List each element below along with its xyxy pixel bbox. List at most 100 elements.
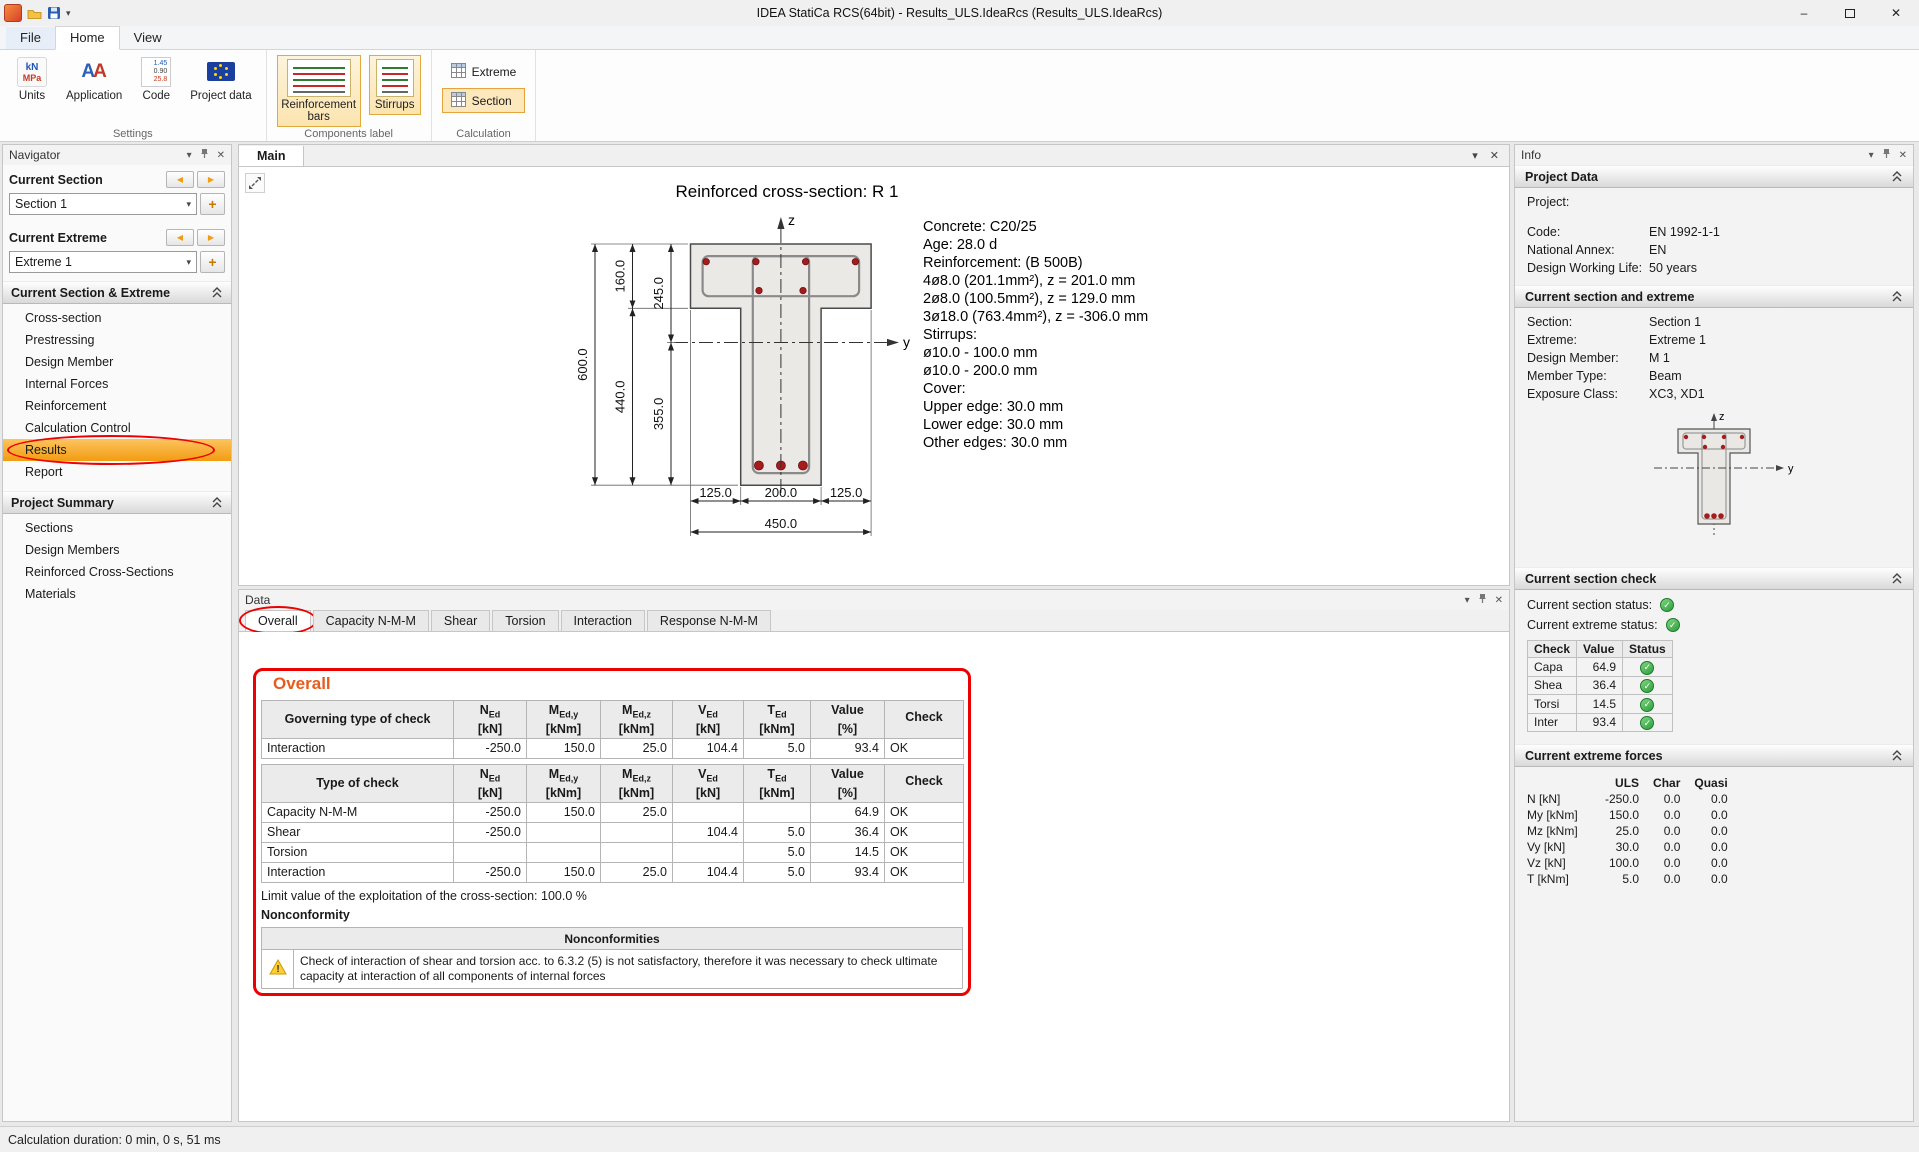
tab-interaction[interactable]: Interaction	[561, 610, 645, 631]
section-button[interactable]: Section	[442, 88, 526, 113]
app-icon[interactable]	[4, 4, 22, 22]
sidebar-item-design-members[interactable]: Design Members	[3, 539, 231, 561]
y-axis-label: y	[903, 334, 910, 350]
next-section-button[interactable]: ▶	[197, 171, 225, 188]
stirrups-toggle[interactable]: Stirrups	[369, 55, 421, 115]
tab-main[interactable]: Main	[239, 146, 304, 166]
table-row: Shea 36.4 ✓	[1528, 676, 1673, 695]
cell: Interaction	[262, 738, 454, 758]
sidebar-item-calculation-control[interactable]: Calculation Control	[3, 417, 231, 439]
sidebar-item-internal-forces[interactable]: Internal Forces	[3, 373, 231, 395]
svg-text:Lower edge: 30.0 mm: Lower edge: 30.0 mm	[923, 417, 1063, 433]
zoom-fit-button[interactable]	[245, 173, 265, 193]
group-project-data[interactable]: Project Data	[1515, 165, 1913, 188]
group-current-section-and-extreme[interactable]: Current section and extreme	[1515, 285, 1913, 308]
tabbar-close-icon[interactable]: ✕	[1490, 149, 1499, 162]
grid-icon	[451, 63, 466, 81]
application-icon: AA	[79, 57, 109, 87]
window-title: IDEA StatiCa RCS(64bit) - Results_ULS.Id…	[0, 0, 1919, 26]
reinforcement-bars-toggle[interactable]: Reinforcement bars	[277, 55, 361, 127]
sidebar-item-reinforced-cross-sections[interactable]: Reinforced Cross-Sections	[3, 561, 231, 583]
quick-access-caret-icon[interactable]: ▾	[66, 8, 71, 19]
data-menu-icon[interactable]: ▾	[1465, 595, 1470, 606]
mini-cross-section: z y	[1614, 407, 1814, 557]
project-data-button[interactable]: Project data	[186, 55, 255, 104]
sidebar-item-sections[interactable]: Sections	[3, 517, 231, 539]
section-select[interactable]: Section 1 ▾	[9, 193, 197, 215]
prev-extreme-button[interactable]: ◀	[166, 229, 194, 246]
maximize-button[interactable]	[1827, 0, 1873, 26]
add-section-button[interactable]: +	[200, 193, 225, 215]
table-row: Shear -250.0 104.4 5.0 36.4 OK	[262, 822, 964, 842]
save-icon[interactable]	[47, 6, 61, 20]
eu-flag-icon	[207, 62, 235, 81]
info-menu-icon[interactable]: ▾	[1869, 150, 1874, 161]
open-icon[interactable]	[27, 7, 42, 20]
navigator-pin-icon[interactable]	[199, 148, 210, 162]
data-pin-icon[interactable]	[1477, 593, 1488, 607]
data-panel-header: Data ▾ ✕	[239, 590, 1509, 610]
tabbar-menu-icon[interactable]: ▾	[1472, 149, 1478, 162]
cell: 0.0	[1639, 855, 1680, 871]
navigator-close-icon[interactable]: ✕	[217, 150, 225, 161]
sidebar-item-reinforcement[interactable]: Reinforcement	[3, 395, 231, 417]
cell: 0.0	[1639, 871, 1680, 887]
cell: 0.0	[1639, 839, 1680, 855]
cell: -250.0	[454, 802, 527, 822]
table-row: T [kNm] 5.0 0.0 0.0	[1527, 871, 1728, 887]
group-current-section-extreme[interactable]: Current Section & Extreme	[3, 281, 231, 304]
extreme-button[interactable]: Extreme	[442, 59, 526, 84]
cell: 14.5	[1577, 695, 1623, 714]
tab-view[interactable]: View	[120, 27, 176, 49]
dim-web-height: 440.0	[613, 381, 628, 414]
cell: 25.0	[601, 802, 673, 822]
tab-shear[interactable]: Shear	[431, 610, 490, 631]
sidebar-item-report[interactable]: Report	[3, 461, 231, 483]
add-extreme-button[interactable]: +	[200, 251, 225, 273]
cell: OK	[885, 842, 964, 862]
tab-torsion[interactable]: Torsion	[492, 610, 558, 631]
cell: 25.0	[1591, 823, 1639, 839]
svg-text:4ø8.0 (201.1mm²), z = 201.0 mm: 4ø8.0 (201.1mm²), z = 201.0 mm	[923, 273, 1135, 289]
cell: 0.0	[1680, 791, 1727, 807]
minimize-button[interactable]: –	[1781, 0, 1827, 26]
data-close-icon[interactable]: ✕	[1495, 595, 1503, 606]
next-extreme-button[interactable]: ▶	[197, 229, 225, 246]
tab-response-n-m-m[interactable]: Response N-M-M	[647, 610, 771, 631]
cell: N [kN]	[1527, 791, 1591, 807]
info-row: Extreme:Extreme 1	[1515, 331, 1913, 349]
prev-section-button[interactable]: ◀	[166, 171, 194, 188]
extreme-select[interactable]: Extreme 1 ▾	[9, 251, 197, 273]
info-pin-icon[interactable]	[1881, 148, 1892, 162]
tab-file[interactable]: File	[6, 27, 55, 49]
tab-home[interactable]: Home	[55, 26, 120, 50]
units-button[interactable]: kNMPa Units	[10, 55, 54, 104]
sidebar-item-prestressing[interactable]: Prestressing	[3, 329, 231, 351]
sidebar-item-design-member[interactable]: Design Member	[3, 351, 231, 373]
group-current-extreme-forces[interactable]: Current extreme forces	[1515, 744, 1913, 767]
tab-capacity-n-m-m[interactable]: Capacity N-M-M	[313, 610, 429, 631]
sidebar-item-results[interactable]: Results	[3, 439, 231, 461]
table-row: Capacity N-M-M -250.0 150.0 25.0 64.9 OK	[262, 802, 964, 822]
navigator-menu-icon[interactable]: ▾	[187, 150, 192, 161]
sidebar-item-cross-section[interactable]: Cross-section	[3, 307, 231, 329]
cell: OK	[885, 738, 964, 758]
svg-text:2ø8.0 (100.5mm²), z = 129.0 mm: 2ø8.0 (100.5mm²), z = 129.0 mm	[923, 291, 1135, 307]
status-ok-icon: ✓	[1640, 716, 1654, 730]
collapse-icon	[1891, 573, 1903, 584]
dim-left-overhang: 125.0	[699, 485, 732, 500]
code-button[interactable]: 1.450.9025.8 Code	[134, 55, 178, 104]
application-button[interactable]: AA Application	[62, 55, 126, 104]
cell: -250.0	[454, 862, 527, 882]
tab-overall[interactable]: Overall	[245, 610, 311, 631]
group-current-section-check[interactable]: Current section check	[1515, 567, 1913, 590]
type-of-check-table: Type of check NEd[kN] MEd,y[kNm] MEd,z[k…	[261, 764, 964, 883]
column-header: Type of check	[262, 765, 454, 803]
collapse-icon	[1891, 750, 1903, 761]
group-project-summary[interactable]: Project Summary	[3, 491, 231, 514]
navigator-title: Navigator	[9, 148, 60, 162]
drawing-canvas[interactable]: Reinforced cross-section: R 1 z y	[238, 166, 1510, 586]
sidebar-item-materials[interactable]: Materials	[3, 583, 231, 605]
info-close-icon[interactable]: ✕	[1899, 150, 1907, 161]
close-button[interactable]: ✕	[1873, 0, 1919, 26]
